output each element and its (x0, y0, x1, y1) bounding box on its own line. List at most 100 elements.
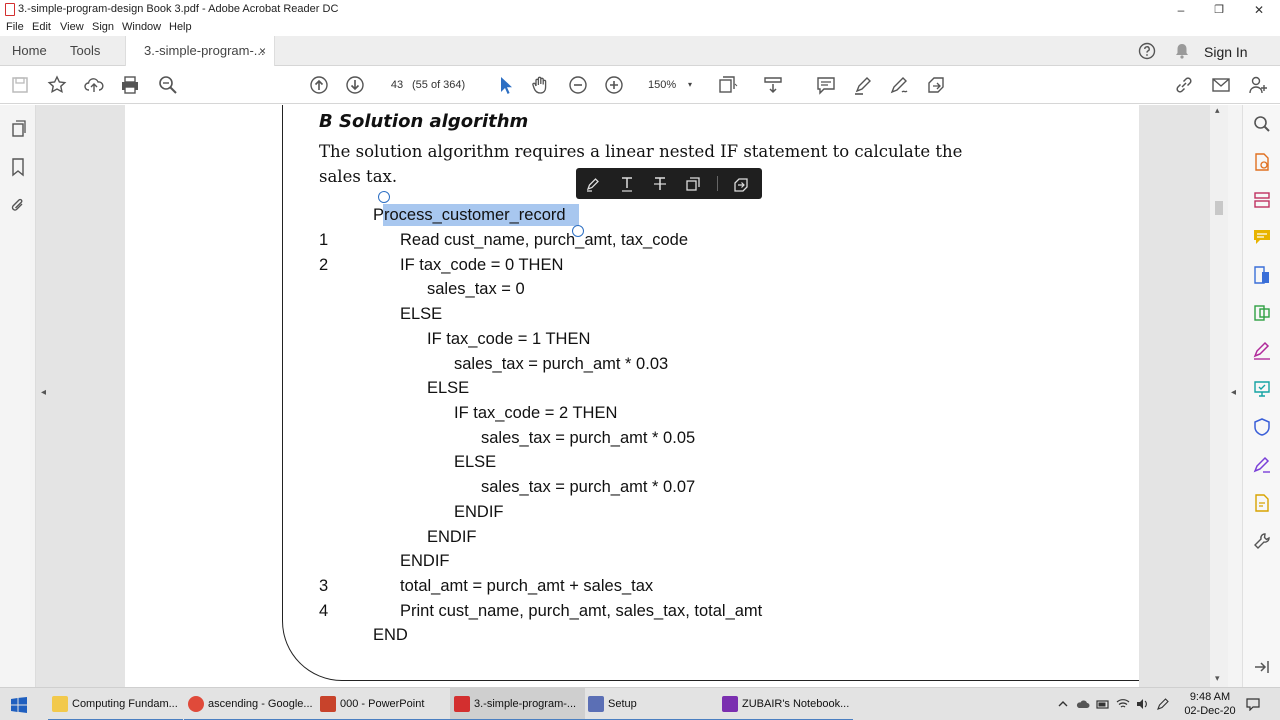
code-line: IF tax_code = 1 THEN (427, 330, 591, 348)
collapse-tools-icon[interactable] (1252, 657, 1272, 677)
code-line: IF tax_code = 0 THEN (400, 256, 564, 274)
protect-shield-icon[interactable] (1252, 417, 1272, 437)
menu-edit[interactable]: Edit (32, 20, 51, 33)
volume-icon[interactable] (1135, 697, 1149, 711)
comment-icon[interactable] (815, 74, 837, 96)
taskbar-item-chrome[interactable]: ascending - Google... (184, 688, 319, 720)
line-number: 2 (319, 256, 329, 274)
zoom-out-icon[interactable] (567, 74, 589, 96)
export-pdf-icon[interactable] (1252, 152, 1272, 172)
code-line: ENDIF (427, 528, 477, 546)
request-signatures-icon[interactable] (1252, 493, 1272, 513)
strikethrough-text-icon[interactable] (651, 175, 669, 193)
add-user-icon[interactable] (1247, 74, 1269, 96)
fill-sign-tool-icon[interactable] (1252, 341, 1272, 361)
close-tab-icon[interactable]: × (259, 36, 266, 66)
tab-tools[interactable]: Tools (70, 36, 100, 66)
edit-pdf-icon[interactable] (1252, 455, 1272, 475)
underline-text-icon[interactable] (618, 175, 636, 193)
page-fit-icon[interactable] (716, 74, 738, 96)
code-line: sales_tax = purch_amt * 0.07 (481, 478, 696, 496)
zoom-in-icon[interactable] (603, 74, 625, 96)
notification-bell-icon[interactable] (1173, 42, 1191, 60)
zoom-level-select[interactable]: 150% ▾ (638, 75, 698, 95)
taskbar-item-acrobat[interactable]: 3.-simple-program-... (450, 688, 585, 720)
menu-help[interactable]: Help (169, 20, 192, 33)
taskbar-item-onenote[interactable]: ZUBAIR's Notebook... (718, 688, 853, 720)
right-pane-toggle[interactable]: ◂ (1228, 105, 1242, 687)
pen-workspace-icon[interactable] (1156, 697, 1170, 711)
page-number-input[interactable]: 43 (381, 75, 413, 95)
more-options-icon[interactable] (732, 175, 750, 193)
windows-start-icon[interactable] (11, 697, 27, 713)
search-icon[interactable] (1252, 114, 1272, 134)
section-heading: B Solution algorithm (319, 111, 529, 132)
tab-document[interactable]: 3.-simple-program-... × (125, 36, 275, 67)
menu-file[interactable]: File (6, 20, 24, 33)
scroll-mode-icon[interactable] (762, 74, 784, 96)
help-icon[interactable] (1138, 42, 1156, 60)
minimize-button[interactable]: – (1162, 0, 1200, 20)
page-thumbnails-icon[interactable] (8, 119, 28, 139)
battery-icon[interactable] (1096, 697, 1110, 711)
organize-pages-icon[interactable] (1252, 190, 1272, 210)
more-tools-icon[interactable] (925, 74, 947, 96)
code-line: ELSE (454, 453, 497, 471)
scroll-down-arrow-icon[interactable]: ▾ (1215, 673, 1220, 684)
selection-start-handle[interactable] (378, 191, 390, 203)
sign-in-button[interactable]: Sign In (1204, 36, 1248, 66)
email-icon[interactable] (1210, 74, 1232, 96)
right-tools-pane (1242, 105, 1280, 687)
select-cursor-icon[interactable] (494, 74, 516, 96)
share-link-icon[interactable] (1173, 74, 1195, 96)
zoom-search-icon[interactable] (157, 74, 179, 96)
code-line: ELSE (400, 305, 443, 323)
tab-home[interactable]: Home (12, 36, 47, 66)
taskbar-item-powerpoint[interactable]: 000 - PowerPoint (316, 688, 451, 720)
menu-window[interactable]: Window (122, 20, 161, 33)
previous-page-icon[interactable] (308, 74, 330, 96)
highlight-text-icon[interactable] (584, 175, 602, 193)
send-for-review-icon[interactable] (1252, 379, 1272, 399)
pdf-file-icon (5, 3, 15, 16)
upload-cloud-icon[interactable] (83, 74, 105, 96)
action-center-icon[interactable] (1246, 697, 1260, 711)
tray-overflow-chevron-icon[interactable] (1056, 697, 1070, 711)
taskbar-label: Setup (608, 698, 637, 710)
more-tools-wrench-icon[interactable] (1252, 531, 1272, 551)
highlight-pen-icon[interactable] (852, 74, 874, 96)
taskbar-label: Computing Fundam... (72, 698, 178, 710)
menu-sign[interactable]: Sign (92, 20, 114, 33)
page-count: (55 of 364) (412, 79, 466, 91)
taskbar-item-file-explorer[interactable]: Computing Fundam... (48, 688, 183, 720)
left-pane-toggle[interactable]: ◂ (36, 105, 53, 687)
fill-sign-icon[interactable] (888, 74, 910, 96)
bookmark-star-icon[interactable] (46, 74, 68, 96)
create-pdf-icon[interactable] (1252, 265, 1272, 285)
save-icon[interactable] (9, 74, 31, 96)
comment-tool-icon[interactable] (1252, 227, 1272, 247)
scroll-up-arrow-icon[interactable]: ▴ (1215, 105, 1220, 116)
wifi-icon[interactable] (1116, 697, 1130, 711)
code-line-title[interactable]: Process_customer_record (373, 205, 566, 225)
chrome-icon (188, 696, 204, 712)
maximize-button[interactable]: ❐ (1200, 0, 1238, 20)
hand-tool-icon[interactable] (530, 74, 552, 96)
print-icon[interactable] (119, 74, 141, 96)
taskbar-item-setup[interactable]: Setup (584, 688, 719, 720)
vertical-scrollbar[interactable]: ▴ ▾ (1210, 105, 1228, 687)
onedrive-cloud-icon[interactable] (1076, 697, 1090, 711)
menu-view[interactable]: View (60, 20, 84, 33)
windows-taskbar: Computing Fundam... ascending - Google..… (0, 687, 1280, 720)
bookmarks-icon[interactable] (8, 157, 28, 177)
window-title: 3.-simple-program-design Book 3.pdf - Ad… (18, 3, 339, 15)
expand-left-arrow-icon: ◂ (41, 387, 47, 398)
attachments-icon[interactable] (8, 195, 28, 215)
next-page-icon[interactable] (344, 74, 366, 96)
scrollbar-thumb[interactable] (1215, 201, 1223, 215)
code-line: ELSE (427, 379, 470, 397)
close-window-button[interactable]: ✕ (1240, 0, 1278, 20)
copy-text-icon[interactable] (684, 175, 702, 193)
combine-files-icon[interactable] (1252, 303, 1272, 323)
system-clock[interactable]: 9:48 AM 02-Dec-20 (1178, 690, 1242, 718)
